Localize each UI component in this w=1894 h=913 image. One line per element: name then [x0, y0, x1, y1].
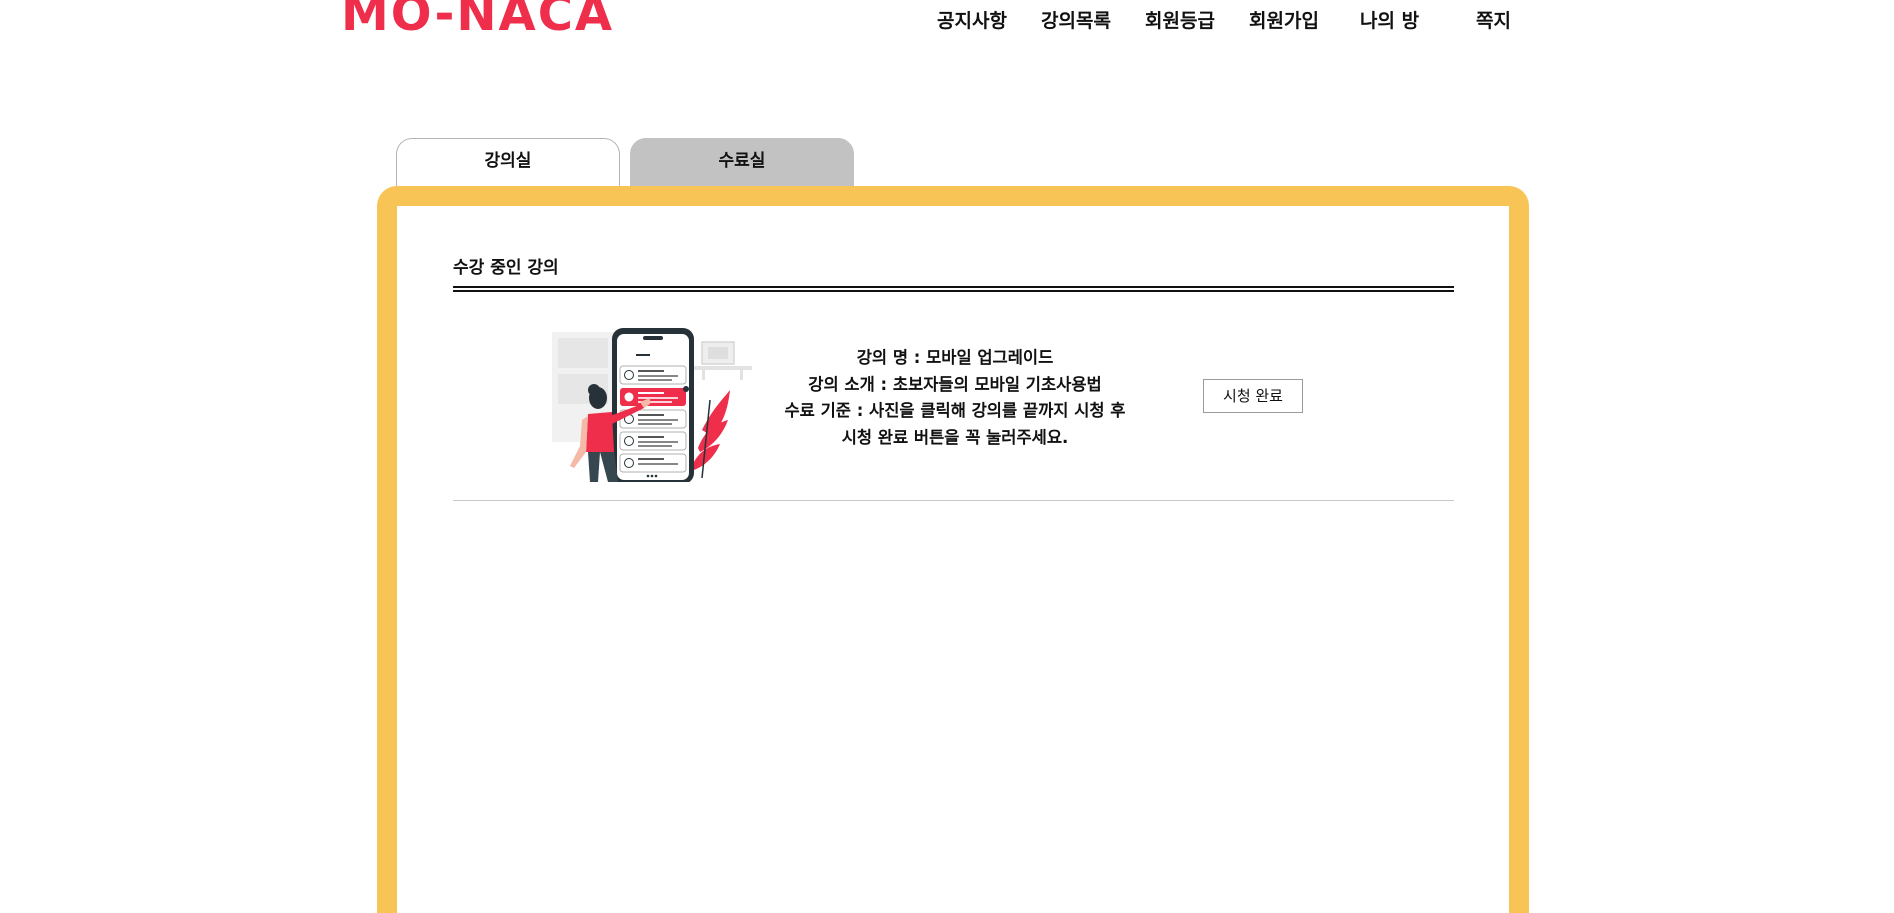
course-criteria-note: 시청 완료 버튼을 꼭 눌러주세요.: [841, 427, 1069, 447]
nav-item-courses[interactable]: 강의목록: [1041, 6, 1111, 33]
course-criteria: 수료 기준 : 사진을 클릭해 강의를 끝까지 시청 후: [784, 401, 1126, 420]
nav-item-notice[interactable]: 공지사항: [937, 6, 1007, 33]
watch-complete-button[interactable]: 시청 완료: [1203, 379, 1303, 413]
section-divider: [453, 286, 1454, 292]
nav-item-signup[interactable]: 회원가입: [1249, 6, 1319, 33]
classroom-frame: [377, 186, 1529, 913]
site-logo[interactable]: MO-NACA: [341, 0, 614, 42]
classroom-panel: [397, 206, 1509, 913]
page: MO-NACA 공지사항 강의목록 회원등급 회원가입 나의 방 쪽지 강의실 …: [0, 0, 1894, 913]
nav-item-messages[interactable]: 쪽지: [1476, 6, 1511, 33]
nav-item-my-room[interactable]: 나의 방: [1360, 6, 1419, 33]
course-thumbnail-image[interactable]: [552, 320, 755, 482]
section-title: 수강 중인 강의: [453, 258, 559, 278]
course-name: 강의 명 : 모바일 업그레이드: [856, 348, 1054, 367]
nav-item-membership-level[interactable]: 회원등급: [1145, 6, 1215, 33]
tab-completion-room[interactable]: 수료실: [630, 138, 854, 186]
course-row-divider: [453, 500, 1454, 501]
tab-classroom[interactable]: 강의실: [396, 138, 620, 186]
course-info: 강의 명 : 모바일 업그레이드 강의 소개 : 초보자들의 모바일 기초사용법…: [760, 345, 1150, 451]
course-intro: 강의 소개 : 초보자들의 모바일 기초사용법: [808, 374, 1102, 394]
